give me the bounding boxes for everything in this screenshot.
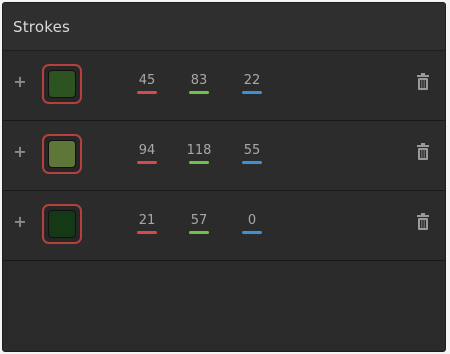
color-swatch-fill — [48, 140, 76, 168]
blue-channel-field[interactable]: 55 — [232, 143, 272, 164]
red-value: 21 — [138, 213, 156, 228]
red-indicator — [137, 91, 157, 94]
green-value: 83 — [190, 73, 208, 88]
trash-icon[interactable] — [415, 73, 431, 91]
green-value: 118 — [186, 143, 212, 158]
green-channel-field[interactable]: 118 — [179, 143, 219, 164]
panel-header: Strokes — [3, 3, 445, 51]
color-swatch-button[interactable] — [42, 134, 82, 174]
blue-value: 55 — [243, 143, 261, 158]
blue-indicator — [242, 161, 262, 164]
red-indicator — [137, 231, 157, 234]
empty-area — [3, 261, 445, 351]
green-value: 57 — [190, 213, 208, 228]
stroke-row: + 45 83 22 — [3, 51, 445, 121]
color-swatch-fill — [48, 210, 76, 238]
plus-icon[interactable]: + — [13, 144, 27, 160]
blue-indicator — [242, 91, 262, 94]
blue-value: 22 — [243, 73, 261, 88]
blue-channel-field[interactable]: 0 — [232, 213, 272, 234]
blue-channel-field[interactable]: 22 — [232, 73, 272, 94]
red-indicator — [137, 161, 157, 164]
red-channel-field[interactable]: 21 — [127, 213, 167, 234]
green-channel-field[interactable]: 57 — [179, 213, 219, 234]
plus-icon[interactable]: + — [13, 74, 27, 90]
strokes-panel: Strokes + 45 83 22 + 94 118 55 + 21 57 0 — [2, 2, 446, 352]
trash-icon[interactable] — [415, 143, 431, 161]
stroke-row: + 21 57 0 — [3, 191, 445, 261]
plus-icon[interactable]: + — [13, 214, 27, 230]
trash-icon[interactable] — [415, 213, 431, 231]
red-value: 94 — [138, 143, 156, 158]
color-swatch-button[interactable] — [42, 204, 82, 244]
green-channel-field[interactable]: 83 — [179, 73, 219, 94]
color-swatch-button[interactable] — [42, 64, 82, 104]
blue-indicator — [242, 231, 262, 234]
red-value: 45 — [138, 73, 156, 88]
stroke-list: + 45 83 22 + 94 118 55 + 21 57 0 — [3, 51, 445, 261]
green-indicator — [189, 231, 209, 234]
red-channel-field[interactable]: 45 — [127, 73, 167, 94]
color-swatch-fill — [48, 70, 76, 98]
green-indicator — [189, 91, 209, 94]
green-indicator — [189, 161, 209, 164]
stroke-row: + 94 118 55 — [3, 121, 445, 191]
red-channel-field[interactable]: 94 — [127, 143, 167, 164]
panel-title: Strokes — [13, 17, 71, 36]
blue-value: 0 — [247, 213, 257, 228]
